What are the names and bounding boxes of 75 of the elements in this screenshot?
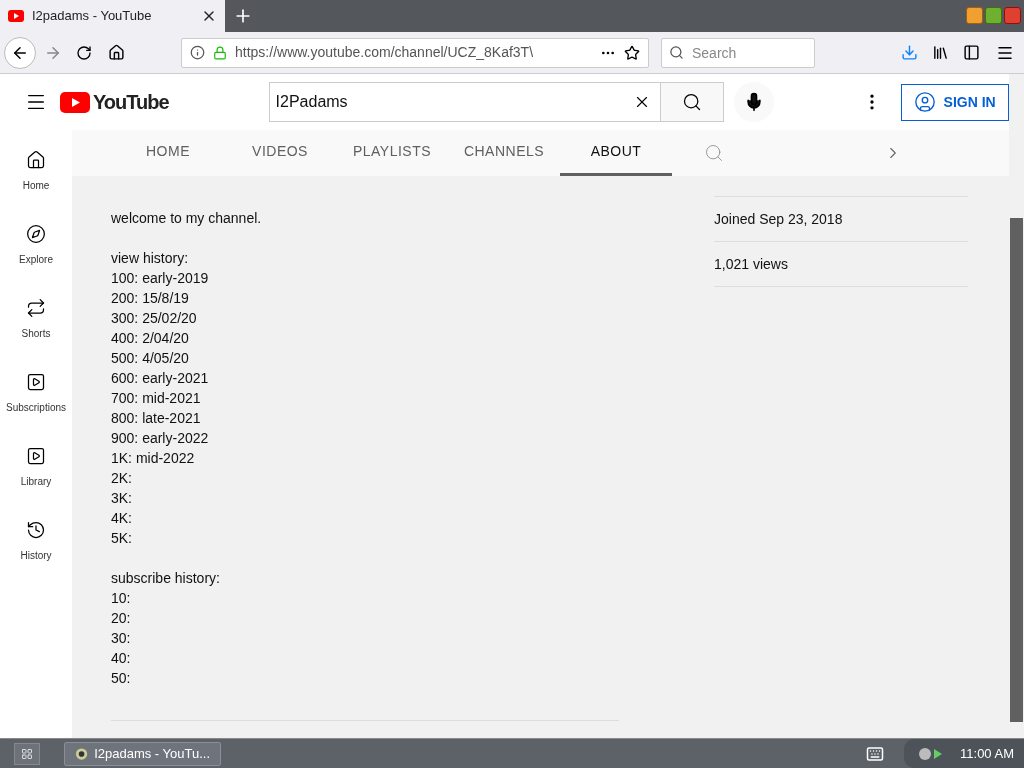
clock: 11:00 AM [960, 744, 1014, 763]
minimize-button[interactable] [966, 7, 983, 24]
play-logo-icon [60, 91, 90, 113]
description-line: 40: [111, 649, 132, 668]
shorts-icon [26, 298, 46, 318]
description-line: 4K: [111, 509, 133, 528]
description-line: 600: early-2021 [111, 369, 210, 388]
description-line: welcome to my channel. [111, 209, 263, 228]
description-line: 900: early-2022 [111, 429, 210, 448]
compass-icon [26, 224, 46, 244]
voice-search-button[interactable] [733, 82, 774, 122]
search-icon[interactable] [704, 143, 724, 163]
description-line: 10: [111, 589, 132, 608]
sign-in-button[interactable]: SIGN IN [900, 83, 1009, 121]
taskbar-window-button[interactable]: I2padams - YouTu... [64, 741, 221, 766]
description-line: 3K: [111, 489, 133, 508]
sidebar-item[interactable]: Subscriptions [0, 368, 72, 442]
search-icon [681, 92, 702, 112]
history-icon [26, 520, 46, 540]
back-button[interactable] [4, 36, 36, 69]
description-line: 300: 25/02/20 [111, 309, 198, 328]
sidebar-item[interactable]: Home [0, 146, 72, 220]
start-button[interactable] [14, 742, 40, 765]
description-line: 500: 4/05/20 [111, 349, 190, 368]
search-button[interactable] [660, 82, 724, 122]
channel-tab[interactable]: HOME [112, 130, 224, 176]
description-line: subscribe history: [111, 569, 221, 588]
download-icon[interactable] [901, 44, 918, 61]
home-icon[interactable] [108, 44, 125, 61]
browser-search-input[interactable]: Search [661, 37, 815, 68]
youtube-icon [8, 10, 24, 22]
user-icon [913, 91, 936, 113]
info-icon [190, 45, 205, 60]
channel-tab[interactable]: PLAYLISTS [336, 130, 448, 176]
browser-tab[interactable]: I2padams - YouTube [0, 0, 225, 32]
channel-search-input[interactable]: I2Padams [268, 82, 661, 122]
description-line: view history: [111, 249, 190, 268]
description-line: 20: [111, 609, 132, 628]
maximize-button[interactable] [985, 7, 1002, 24]
address-bar[interactable]: https://www.youtube.com/channel/UCZ_8Kaf3T\ [181, 37, 649, 68]
description-line: 400: 2/04/20 [111, 329, 190, 348]
sidebar-item[interactable]: History [0, 516, 72, 590]
library-icon[interactable] [932, 44, 949, 61]
reload-icon[interactable] [76, 44, 92, 61]
channel-tab[interactable]: CHANNELS [448, 130, 560, 176]
description-line: 50: [111, 669, 132, 688]
url-text: https://www.youtube.com/channel/UCZ_8Kaf3T\ [235, 43, 535, 62]
description-line: 2K: [111, 469, 133, 488]
description-line: 800: late-2021 [111, 409, 202, 428]
scrollbar-thumb[interactable] [1009, 218, 1023, 722]
sidebar-icon[interactable] [963, 44, 980, 61]
keyboard-icon[interactable] [866, 744, 885, 763]
library-icon [26, 446, 46, 466]
description-line: 5K: [111, 529, 133, 548]
description-line: 30: [111, 629, 132, 648]
sidebar-item[interactable]: Explore [0, 220, 72, 294]
subscriptions-icon [26, 372, 46, 392]
channel-tab[interactable]: VIDEOS [224, 130, 336, 176]
channel-tab[interactable]: ABOUT [560, 130, 672, 176]
lock-icon [213, 45, 227, 60]
bookmark-star-icon[interactable] [624, 44, 640, 61]
window-icon [75, 746, 89, 761]
sidebar-item[interactable]: Shorts [0, 294, 72, 368]
search-icon [669, 44, 684, 60]
sidebar-item[interactable]: Library [0, 442, 72, 516]
stat-text: 1,021 views [714, 254, 788, 274]
home-icon [26, 150, 46, 170]
description-line: 700: mid-2021 [111, 389, 202, 408]
tab-title: I2padams - YouTube [32, 7, 153, 26]
description-line: 1K: mid-2022 [111, 449, 196, 468]
grid-icon [21, 747, 33, 760]
stat-text: Joined Sep 23, 2018 [714, 209, 843, 229]
youtube-logo[interactable]: YouTube [60, 87, 169, 117]
description-line: 200: 15/8/19 [111, 289, 190, 308]
description-line: 100: early-2019 [111, 269, 210, 288]
